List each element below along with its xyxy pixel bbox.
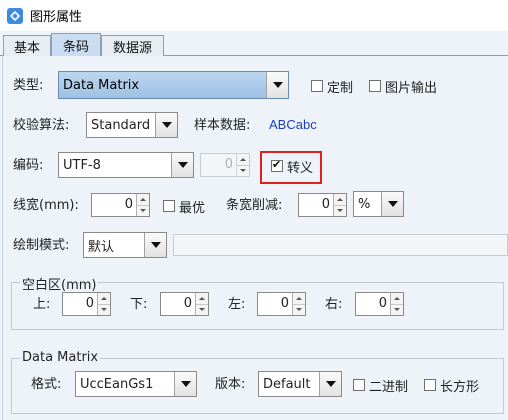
tab-datasource[interactable]: 数据源 bbox=[101, 35, 164, 57]
chevron-down-icon[interactable] bbox=[174, 372, 196, 396]
chevron-down-icon[interactable] bbox=[144, 233, 166, 257]
window-title: 图形属性 bbox=[30, 10, 83, 25]
spin-down-icon[interactable] bbox=[98, 303, 110, 316]
quiet-right-label: 右: bbox=[325, 297, 343, 312]
quiet-top-spinner[interactable]: 0 bbox=[62, 292, 111, 316]
escape-checkbox-box[interactable] bbox=[271, 158, 283, 172]
quiet-left-label: 左: bbox=[228, 297, 246, 312]
chevron-down-icon[interactable] bbox=[381, 192, 403, 216]
spin-up-icon[interactable] bbox=[293, 293, 305, 304]
bar-reduce-unit-select[interactable]: % bbox=[353, 191, 404, 217]
binary-checkbox-box[interactable] bbox=[353, 379, 365, 391]
draw-mode-extra-field bbox=[173, 234, 508, 256]
escape-checkbox[interactable]: 转义 bbox=[271, 157, 313, 176]
spin-up-icon[interactable] bbox=[334, 194, 346, 205]
line-width-label: 线宽(mm): bbox=[13, 198, 79, 213]
tab-basic[interactable]: 基本 bbox=[3, 35, 51, 57]
sample-data-label: 样本数据: bbox=[194, 118, 251, 133]
quiet-top-label: 上: bbox=[33, 297, 51, 312]
quiet-left-spinner[interactable]: 0 bbox=[257, 292, 306, 316]
quiet-bottom-spinner[interactable]: 0 bbox=[160, 292, 209, 316]
encoding-select[interactable]: UTF-8 bbox=[58, 152, 194, 178]
custom-checkbox-box[interactable] bbox=[311, 80, 323, 92]
version-select[interactable]: Default bbox=[258, 371, 342, 397]
custom-checkbox[interactable]: 定制 bbox=[311, 77, 353, 96]
app-icon bbox=[6, 7, 24, 25]
type-label: 类型: bbox=[13, 78, 44, 93]
quiet-zone-title: 空白区(mm) bbox=[20, 274, 99, 293]
format-label: 格式: bbox=[31, 377, 62, 392]
spin-down-icon[interactable] bbox=[196, 303, 208, 316]
binary-checkbox[interactable]: 二进制 bbox=[353, 376, 408, 395]
draw-mode-label: 绘制模式: bbox=[13, 238, 70, 253]
spin-up-icon[interactable] bbox=[137, 194, 149, 205]
chevron-down-icon[interactable] bbox=[171, 153, 193, 177]
spin-up-icon[interactable] bbox=[391, 293, 403, 304]
data-matrix-title: Data Matrix bbox=[20, 350, 101, 365]
spin-down-icon[interactable] bbox=[391, 303, 403, 316]
chevron-down-icon[interactable] bbox=[155, 113, 177, 137]
bar-reduce-label: 条宽削减: bbox=[226, 198, 283, 213]
image-output-checkbox-box[interactable] bbox=[369, 80, 381, 92]
optimal-checkbox-box[interactable] bbox=[163, 200, 175, 212]
version-label: 版本: bbox=[215, 377, 246, 392]
quiet-bottom-label: 下: bbox=[130, 297, 148, 312]
type-select[interactable]: Data Matrix bbox=[58, 71, 289, 99]
draw-mode-select[interactable]: 默认 bbox=[83, 232, 167, 258]
encoding-spinner: 0 bbox=[200, 153, 250, 177]
sample-data-value[interactable]: ABCabc bbox=[269, 117, 317, 132]
rectangle-checkbox-box[interactable] bbox=[424, 379, 436, 391]
image-output-checkbox[interactable]: 图片输出 bbox=[369, 77, 437, 96]
spin-up-icon[interactable] bbox=[98, 293, 110, 304]
rectangle-checkbox[interactable]: 长方形 bbox=[424, 376, 479, 395]
format-select[interactable]: UccEanGs1 bbox=[75, 371, 197, 397]
optimal-checkbox[interactable]: 最优 bbox=[163, 197, 205, 216]
window-titlebar: 图形属性 bbox=[0, 0, 508, 31]
chevron-down-icon[interactable] bbox=[319, 372, 341, 396]
chevron-down-icon[interactable] bbox=[266, 72, 288, 98]
spin-down-icon[interactable] bbox=[293, 303, 305, 316]
check-algo-label: 校验算法: bbox=[13, 118, 70, 133]
spin-down-icon[interactable] bbox=[334, 204, 346, 217]
quiet-right-spinner[interactable]: 0 bbox=[355, 292, 404, 316]
bar-reduce-spinner[interactable]: 0 bbox=[298, 193, 347, 217]
tab-barcode[interactable]: 条码 bbox=[51, 33, 101, 57]
spin-down-icon[interactable] bbox=[137, 204, 149, 217]
spin-up-icon[interactable] bbox=[196, 293, 208, 304]
encoding-label: 编码: bbox=[13, 158, 44, 173]
line-width-spinner[interactable]: 0 bbox=[91, 193, 150, 217]
check-algo-select[interactable]: Standard bbox=[86, 112, 178, 138]
tab-strip: 基本 条码 数据源 bbox=[0, 31, 508, 57]
